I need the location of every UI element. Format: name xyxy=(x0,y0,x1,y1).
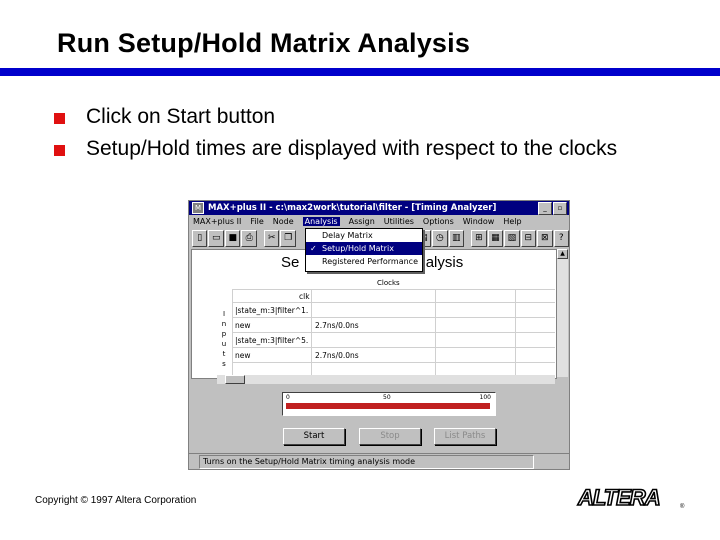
svg-text:ALTERA: ALTERA xyxy=(577,485,660,510)
progress-max-label: 100 xyxy=(479,394,491,401)
menu-node[interactable]: Node xyxy=(273,217,294,226)
menu-window[interactable]: Window xyxy=(463,217,495,226)
slide-title: Run Setup/Hold Matrix Analysis xyxy=(57,28,471,58)
menu-maxplus[interactable]: MAX+plus II xyxy=(193,217,241,226)
altera-logo-graphic: ALTERA ® xyxy=(576,484,685,511)
new-file-icon[interactable]: ▯ xyxy=(192,229,208,247)
altera-logo: ALTERA ® xyxy=(576,484,688,517)
setup-hold-value: 2.7ns/0.0ns xyxy=(315,321,359,330)
input-name: |state_m:3|filter^5. xyxy=(235,336,309,345)
heading-left: Se xyxy=(281,254,300,271)
window-controls: _ ▫ xyxy=(538,202,567,215)
inputs-label: Inputs xyxy=(221,310,227,368)
menu-analysis[interactable]: Analysis xyxy=(302,217,340,226)
bullet-square-icon xyxy=(54,113,65,124)
menu-item-setup-hold-matrix[interactable]: ✓ Setup/Hold Matrix xyxy=(306,242,422,255)
progress-min-label: 0 xyxy=(286,394,290,401)
title-rule xyxy=(0,68,720,76)
progress-bar: 0 50 100 xyxy=(282,392,496,416)
scroll-thumb[interactable] xyxy=(225,375,245,384)
status-text: Turns on the Setup/Hold Matrix timing an… xyxy=(199,455,534,469)
progress-mid-label: 50 xyxy=(383,394,391,401)
table-row[interactable]: |state_m:3|filter^1. xyxy=(233,303,555,318)
tile-icon[interactable]: ⊟ xyxy=(520,229,537,247)
menu-assign[interactable]: Assign xyxy=(349,217,375,226)
bullet-item: Setup/Hold times are displayed with resp… xyxy=(52,136,692,162)
save-icon[interactable]: ■ xyxy=(224,229,241,247)
bullet-list: Click on Start button Setup/Hold times a… xyxy=(52,104,692,168)
menu-item-registered-performance[interactable]: Registered Performance xyxy=(306,255,422,268)
menu-utilities[interactable]: Utilities xyxy=(384,217,414,226)
start-button[interactable]: Start xyxy=(283,428,345,445)
status-bar: Turns on the Setup/Hold Matrix timing an… xyxy=(189,453,569,469)
input-name: new xyxy=(235,321,251,330)
restore-icon[interactable]: ▫ xyxy=(553,202,567,215)
bullet-square-icon xyxy=(54,145,65,156)
app-icon[interactable]: M xyxy=(192,202,204,214)
copy-icon[interactable]: ❐ xyxy=(280,229,296,247)
open-folder-icon[interactable]: ▭ xyxy=(208,229,224,247)
table-row[interactable]: new 2.7ns/0.0ns xyxy=(233,348,555,363)
checkmark-icon: ✓ xyxy=(310,244,317,253)
menu-file[interactable]: File xyxy=(250,217,263,226)
list-paths-button[interactable]: List Paths xyxy=(434,428,496,445)
clock-column-header: clk xyxy=(299,292,310,301)
vertical-scrollbar[interactable]: ▲ xyxy=(557,249,568,377)
window-title: MAX+plus II - c:\max2work\tutorial\filte… xyxy=(208,203,497,213)
stop-button[interactable]: Stop xyxy=(359,428,421,445)
programmer-icon[interactable]: ▥ xyxy=(448,229,465,247)
menu-options[interactable]: Options xyxy=(423,217,454,226)
bullet-text: Click on Start button xyxy=(86,105,276,128)
svg-text:®: ® xyxy=(680,503,685,510)
bullet-item: Click on Start button xyxy=(52,104,692,130)
scroll-up-icon[interactable]: ▲ xyxy=(557,249,568,259)
app-screenshot: M MAX+plus II - c:\max2work\tutorial\fil… xyxy=(188,200,570,470)
menu-bar: MAX+plus II File Node Analysis Assign Ut… xyxy=(189,215,569,228)
floorplan-icon[interactable]: ▦ xyxy=(487,229,504,247)
window-titlebar: M MAX+plus II - c:\max2work\tutorial\fil… xyxy=(189,201,569,215)
menu-help[interactable]: Help xyxy=(503,217,521,226)
input-name: new xyxy=(235,351,251,360)
help-icon[interactable]: ? xyxy=(553,229,569,247)
minimize-icon[interactable]: _ xyxy=(538,202,552,215)
copyright-text: Copyright © 1997 Altera Corporation xyxy=(35,495,197,506)
print-icon[interactable]: ⎙ xyxy=(241,229,257,247)
bullet-text: Setup/Hold times are displayed with resp… xyxy=(86,137,618,160)
progress-fill xyxy=(286,403,490,409)
timing-icon[interactable]: ◷ xyxy=(432,229,448,247)
table-row[interactable]: new 2.7ns/0.0ns xyxy=(233,318,555,333)
clocks-label: Clocks xyxy=(377,279,400,287)
cut-icon[interactable]: ✂ xyxy=(264,229,280,247)
cascade-icon[interactable]: ⊠ xyxy=(537,229,553,247)
report-icon[interactable]: ▧ xyxy=(504,229,520,247)
input-name: |state_m:3|filter^1. xyxy=(235,306,309,315)
horizontal-scrollbar[interactable] xyxy=(217,375,555,384)
hierarchy-icon[interactable]: ⊞ xyxy=(471,229,487,247)
menu-item-delay-matrix[interactable]: Delay Matrix xyxy=(306,229,422,242)
analysis-menu-dropdown: Delay Matrix ✓ Setup/Hold Matrix Registe… xyxy=(305,228,423,272)
setup-hold-value: 2.7ns/0.0ns xyxy=(315,351,359,360)
table-row[interactable]: |state_m:3|filter^5. xyxy=(233,333,555,348)
